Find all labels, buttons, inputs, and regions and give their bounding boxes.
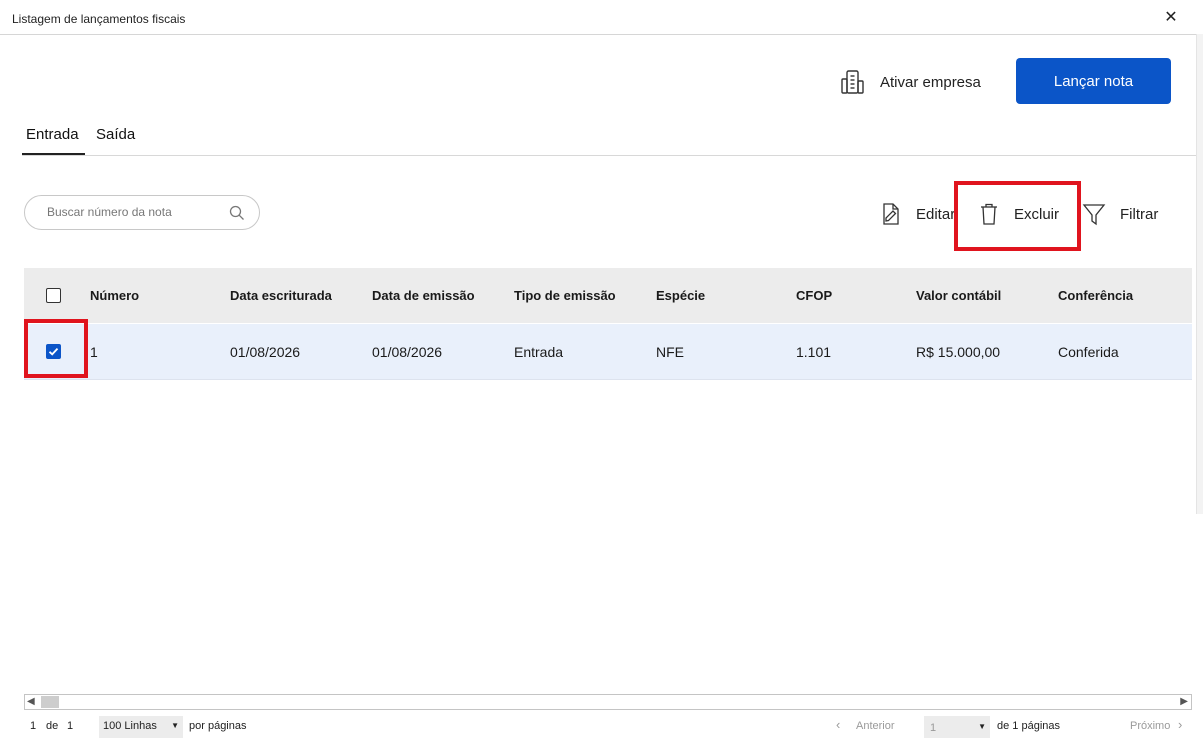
cell-especie: NFE (656, 344, 684, 360)
column-header[interactable]: Espécie (656, 288, 705, 303)
scroll-right-icon[interactable]: ▶ (1180, 695, 1188, 709)
building-icon (841, 70, 864, 94)
cell-tipo-emissao: Entrada (514, 344, 564, 360)
edit-document-icon (883, 203, 899, 225)
column-header[interactable]: Data escriturada (230, 288, 332, 303)
cell-numero: 1 (90, 344, 98, 360)
search-box (24, 195, 260, 230)
column-header[interactable]: Valor contábil (916, 288, 1001, 303)
scroll-left-icon[interactable]: ◀ (27, 695, 35, 709)
chevron-right-icon[interactable]: › (1178, 717, 1182, 732)
cell-conferencia: Conferida (1058, 344, 1119, 360)
dropdown-arrow-icon: ▼ (978, 722, 986, 731)
horizontal-scrollbar[interactable]: ◀ ▶ (24, 694, 1192, 710)
ativar-empresa-button[interactable]: Ativar empresa (838, 66, 981, 98)
cell-valor-contabil: R$ 15.000,00 (916, 344, 1001, 360)
rows-per-page-value: 100 Linhas (103, 720, 157, 732)
page-of-label: de (46, 720, 59, 732)
cell-cfop: 1.101 (796, 344, 832, 360)
scroll-thumb[interactable] (41, 696, 59, 708)
window-title: Listagem de lançamentos fiscais (12, 12, 186, 26)
column-header[interactable]: Tipo de emissão (514, 288, 616, 303)
close-icon[interactable]: ✕ (1160, 7, 1182, 29)
filter-icon (1082, 204, 1106, 226)
vertical-scrollbar[interactable] (1196, 34, 1203, 514)
table-row[interactable]: 1 01/08/2026 01/08/2026 Entrada NFE 1.10… (24, 324, 1192, 380)
dropdown-arrow-icon: ▼ (171, 721, 179, 730)
proximo-button[interactable]: Próximo (1130, 720, 1170, 732)
rows-per-page-select[interactable]: 100 Linhas ▼ (99, 716, 183, 738)
column-header[interactable]: CFOP (796, 288, 832, 303)
editar-label: Editar (916, 205, 956, 223)
filtrar-label: Filtrar (1120, 205, 1159, 223)
tab-entrada[interactable]: Entrada (26, 126, 79, 143)
anterior-button[interactable]: Anterior (856, 720, 895, 732)
ativar-empresa-label: Ativar empresa (880, 73, 981, 91)
page-select-value: 1 (930, 722, 937, 734)
cell-data-emissao: 01/08/2026 (372, 344, 443, 360)
por-paginas-label: por páginas (189, 720, 247, 732)
select-all-checkbox[interactable] (46, 288, 61, 303)
highlight-excluir (954, 181, 1081, 251)
search-icon[interactable] (229, 205, 245, 221)
column-header[interactable]: Conferência (1058, 288, 1133, 303)
highlight-row-checkbox (24, 319, 88, 378)
filtrar-button[interactable]: Filtrar (1082, 201, 1158, 227)
table-header: Número Data escriturada Data de emissão … (24, 268, 1192, 323)
tabs-divider (22, 155, 1196, 156)
total-pages: 1 (67, 720, 74, 732)
tab-saida[interactable]: Saída (96, 126, 135, 143)
cell-data-escriturada: 01/08/2026 (230, 344, 301, 360)
editar-button[interactable]: Editar (880, 201, 955, 227)
current-page: 1 (30, 720, 37, 732)
search-input[interactable] (45, 204, 229, 220)
column-header[interactable]: Número (90, 288, 139, 303)
chevron-left-icon[interactable]: ‹ (836, 717, 840, 732)
lancar-nota-button[interactable]: Lançar nota (1016, 58, 1171, 104)
page-select[interactable]: 1 ▼ (924, 716, 990, 738)
de-paginas-label: de 1 páginas (997, 720, 1060, 732)
column-header[interactable]: Data de emissão (372, 288, 475, 303)
